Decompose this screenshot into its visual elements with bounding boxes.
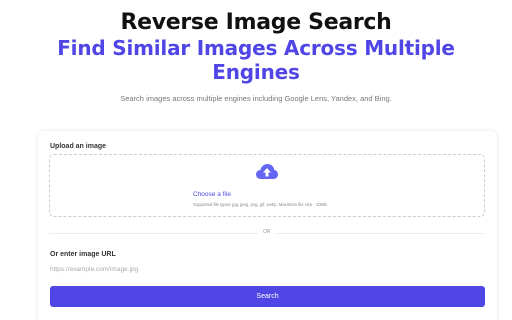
search-card: Upload an image Choose a file Supported … <box>38 131 497 320</box>
cloud-upload-icon <box>256 164 278 179</box>
or-text: OR <box>259 229 275 235</box>
page-description: Search images across multiple engines in… <box>120 94 392 103</box>
page: Reverse Image Search Find Similar Images… <box>0 0 512 320</box>
search-button[interactable]: Search <box>50 286 485 307</box>
choose-file-link[interactable]: Choose a file <box>193 191 231 198</box>
supported-file-types: Supported file types: jpg, jpeg, png, gi… <box>193 202 328 207</box>
url-label: Or enter image URL <box>50 251 116 258</box>
hero-section: Reverse Image Search Find Similar Images… <box>0 0 512 103</box>
upload-label: Upload an image <box>50 143 107 150</box>
upload-dropzone[interactable]: Choose a file Supported file types: jpg,… <box>49 154 485 217</box>
page-title: Reverse Image Search <box>120 10 392 35</box>
page-subtitle: Find Similar Images Across Multiple Engi… <box>57 36 455 84</box>
image-url-input[interactable] <box>49 262 487 276</box>
